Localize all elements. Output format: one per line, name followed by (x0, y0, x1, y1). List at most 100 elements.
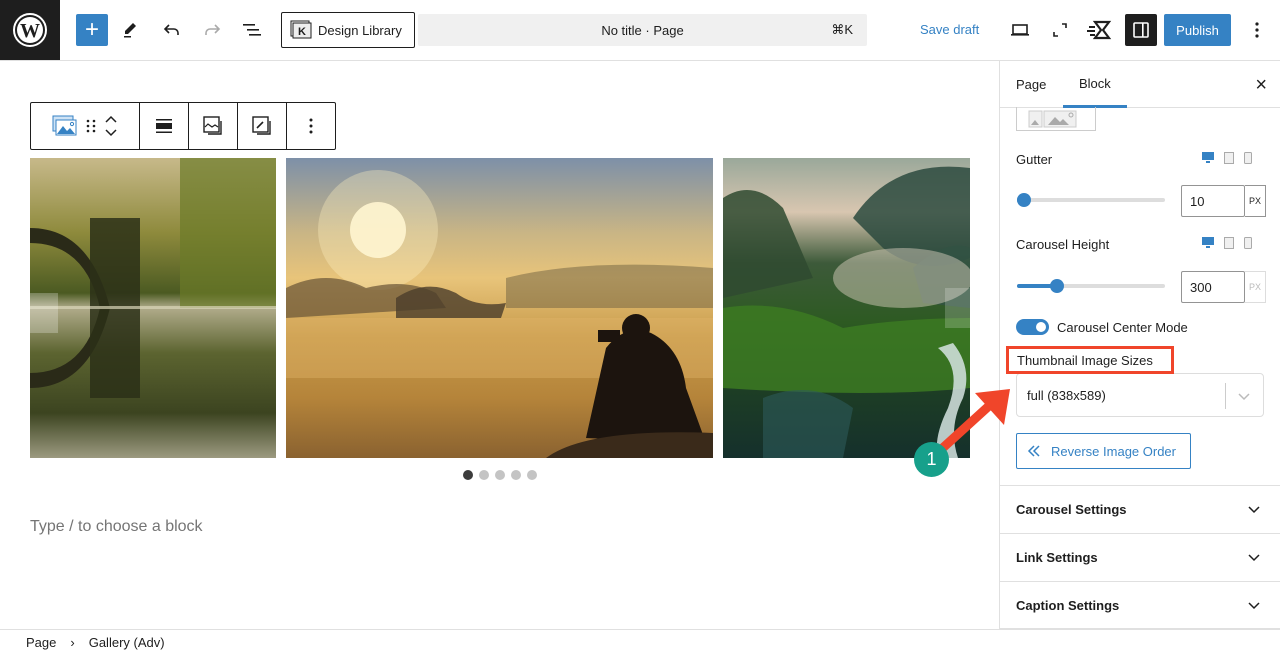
plus-icon: + (84, 16, 99, 43)
redo-button[interactable] (200, 18, 224, 42)
gutter-device-switcher (1202, 152, 1252, 164)
chevron-down-icon (1248, 506, 1260, 514)
move-up-icon[interactable] (104, 114, 118, 124)
carousel-dot-2[interactable] (479, 470, 489, 480)
align-icon (156, 119, 172, 133)
toggle-knob (1036, 322, 1046, 332)
carousel-dot-4[interactable] (511, 470, 521, 480)
edit-image-button[interactable] (238, 103, 287, 149)
close-sidebar-button[interactable]: × (1255, 75, 1267, 95)
fullscreen-icon (1053, 23, 1067, 37)
undo-icon (163, 24, 179, 35)
gallery-carousel (30, 158, 970, 458)
chevron-down-icon (1248, 602, 1260, 610)
undo-button[interactable] (160, 18, 184, 42)
replace-image-button[interactable] (189, 103, 238, 149)
gutter-input[interactable]: 10 (1181, 185, 1245, 217)
carousel-dot-1[interactable] (463, 470, 473, 480)
link-settings-label: Link Settings (1016, 550, 1098, 565)
command-palette-button[interactable]: No title · Page ⌘K (418, 14, 867, 46)
svg-text:K: K (298, 26, 306, 38)
annotation-highlight-box (1006, 346, 1174, 374)
breadcrumb-page[interactable]: Page (26, 635, 56, 650)
drag-handle-icon[interactable] (86, 118, 96, 134)
block-more-options-button[interactable] (287, 103, 335, 149)
thumbnail-sizes-value: full (838x589) (1027, 387, 1106, 403)
editor-header: W + K Design Library No title · Page ⌘K … (0, 0, 1280, 61)
gallery-slide-bridge-reflection[interactable] (30, 158, 276, 458)
mobile-icon[interactable] (1244, 152, 1252, 164)
save-draft-button[interactable]: Save draft (920, 22, 979, 37)
replace-image-icon (203, 116, 222, 135)
settings-sidebar: Page Block × Gutter 10 PX Carousel Heigh… (999, 61, 1280, 629)
carousel-height-input[interactable]: 300 (1181, 271, 1245, 303)
tab-page-label: Page (1016, 77, 1047, 92)
carousel-height-slider-thumb[interactable] (1050, 279, 1064, 293)
design-library-label: Design Library (318, 22, 402, 38)
gutter-value: 10 (1190, 193, 1205, 209)
mover-controls (104, 114, 118, 138)
caption-settings-label: Caption Settings (1016, 597, 1120, 613)
gutter-slider[interactable] (1017, 193, 1165, 207)
desktop-preview-icon (1011, 24, 1029, 36)
caption-settings-section[interactable]: Caption Settings (1000, 581, 1280, 629)
reverse-image-order-button[interactable]: Reverse Image Order (1016, 433, 1191, 469)
breadcrumb-gallery[interactable]: Gallery (Adv) (89, 635, 165, 650)
desktop-icon[interactable] (1202, 237, 1214, 249)
desktop-icon[interactable] (1202, 152, 1214, 164)
add-block-button[interactable]: + (76, 14, 108, 46)
carousel-height-slider[interactable] (1017, 279, 1165, 293)
move-down-icon[interactable] (104, 128, 118, 138)
link-settings-section[interactable]: Link Settings (1000, 533, 1280, 581)
height-device-switcher (1202, 237, 1252, 249)
center-mode-toggle[interactable] (1016, 319, 1049, 335)
sidebar-tabs: Page Block × (1000, 61, 1280, 108)
carousel-height-unit[interactable]: PX (1245, 271, 1266, 303)
carousel-next-arrow (945, 288, 970, 328)
select-separator (1225, 383, 1226, 409)
redo-icon (205, 24, 221, 35)
document-overview-icon (243, 24, 261, 36)
gutter-unit-label: PX (1248, 196, 1261, 206)
gutter-slider-thumb[interactable] (1017, 193, 1031, 207)
carousel-dots (463, 470, 537, 480)
block-appender-placeholder[interactable]: Type / to choose a block (30, 518, 203, 536)
document-title: No title · Page (601, 22, 684, 38)
design-library-button[interactable]: K Design Library (281, 12, 415, 48)
align-button[interactable] (140, 103, 189, 149)
tab-page[interactable]: Page (1016, 61, 1046, 108)
publish-button[interactable]: Publish (1164, 14, 1231, 46)
pencil-icon (124, 23, 136, 38)
carousel-dot-3[interactable] (495, 470, 505, 480)
plugin-button[interactable] (1086, 16, 1114, 44)
gallery-slide-photographer-sunrise[interactable] (286, 158, 713, 458)
mobile-icon[interactable] (1244, 237, 1252, 249)
layout-preset-option[interactable] (1016, 107, 1096, 131)
double-chevron-left-icon (1027, 445, 1040, 457)
carousel-settings-section[interactable]: Carousel Settings (1000, 485, 1280, 533)
publish-label: Publish (1176, 22, 1219, 38)
annotation-step-badge: 1 (914, 442, 949, 477)
plugin-icon (1087, 20, 1112, 40)
preview-button[interactable] (1008, 18, 1032, 42)
reverse-image-order-label: Reverse Image Order (1051, 443, 1176, 459)
fullscreen-button[interactable] (1048, 18, 1072, 42)
gallery-block-icon[interactable] (52, 115, 78, 137)
wordpress-logo[interactable]: W (0, 0, 60, 60)
chevron-down-icon (1238, 393, 1250, 401)
center-mode-label: Carousel Center Mode (1057, 320, 1188, 335)
carousel-dot-5[interactable] (527, 470, 537, 480)
gutter-unit[interactable]: PX (1245, 185, 1266, 217)
carousel-height-unit-label: PX (1248, 282, 1261, 292)
thumbnail-sizes-select[interactable]: full (838x589) (1016, 373, 1264, 417)
settings-sidebar-toggle[interactable] (1125, 14, 1157, 46)
tools-button[interactable] (118, 18, 142, 42)
tablet-icon[interactable] (1224, 237, 1234, 249)
options-button[interactable] (1245, 18, 1269, 42)
design-library-icon: K (290, 20, 312, 39)
command-shortcut: ⌘K (831, 22, 853, 37)
tablet-icon[interactable] (1224, 152, 1234, 164)
tab-block[interactable]: Block (1063, 61, 1127, 108)
carousel-height-label: Carousel Height (1016, 237, 1110, 252)
document-overview-button[interactable] (240, 18, 264, 42)
